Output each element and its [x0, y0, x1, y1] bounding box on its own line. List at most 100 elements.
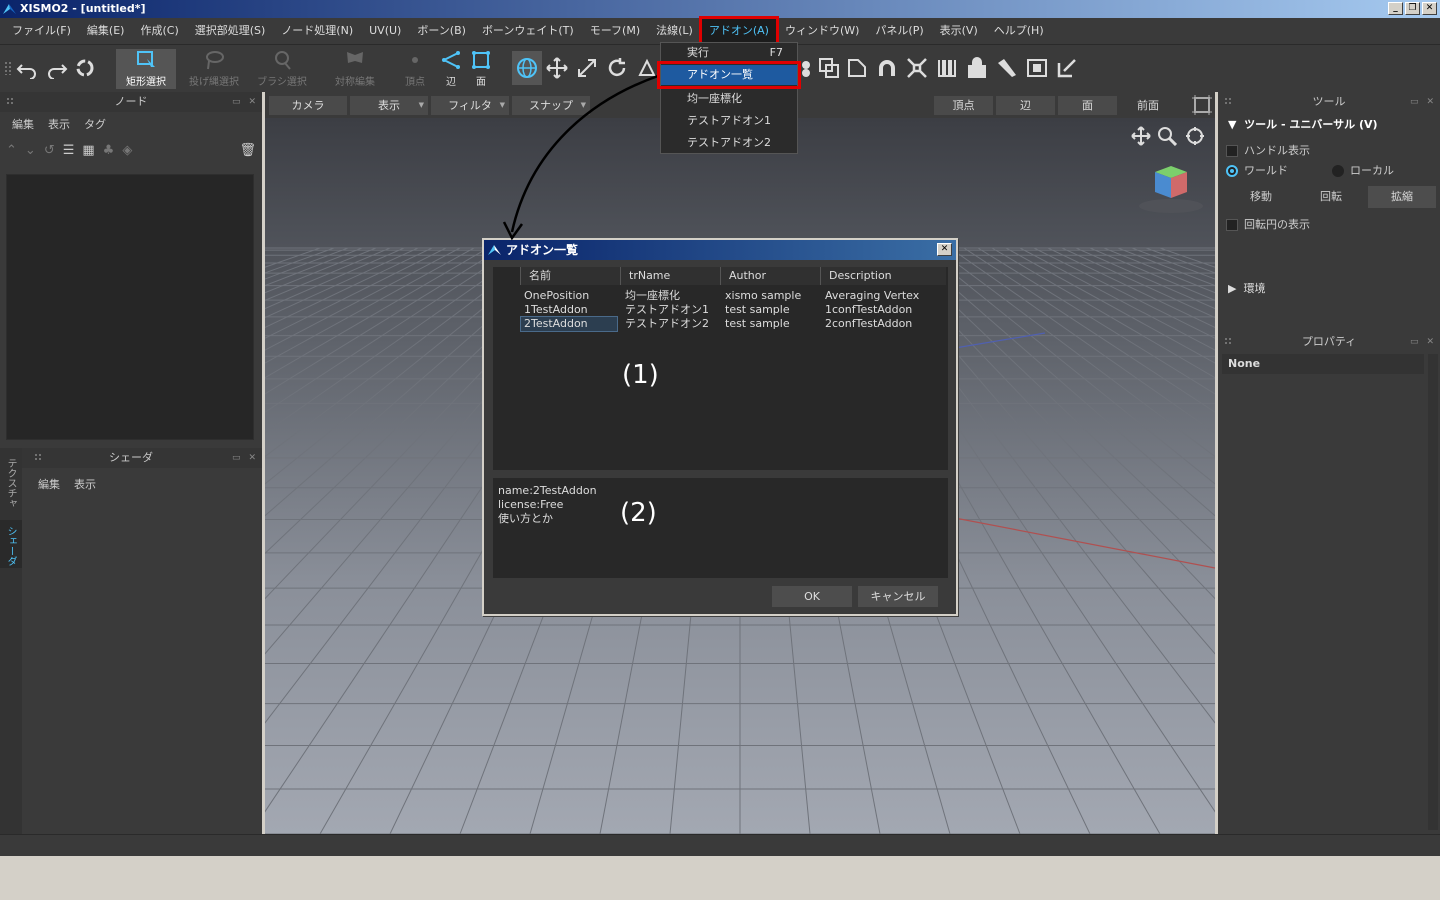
- column-header[interactable]: Author: [720, 267, 820, 285]
- environment-section[interactable]: ▶ 環境: [1228, 280, 1265, 296]
- addon-menu-item[interactable]: 実行 F7: [661, 43, 797, 63]
- node-menu-item[interactable]: 編集: [12, 116, 34, 132]
- minimize-button[interactable]: _: [1388, 2, 1403, 15]
- tab-shader[interactable]: シェーダ: [3, 526, 18, 566]
- face-mode-button[interactable]: 面: [468, 49, 494, 89]
- edge-mode-button[interactable]: 辺: [437, 49, 465, 89]
- menu-3[interactable]: 選択部処理(S): [187, 18, 274, 44]
- refresh-icon[interactable]: ↺: [44, 143, 55, 158]
- float-icon[interactable]: ▭: [1410, 332, 1419, 352]
- weld-icon[interactable]: [800, 57, 818, 79]
- handle-display-checkbox[interactable]: ハンドル表示: [1226, 142, 1310, 158]
- float-icon[interactable]: ▭: [232, 92, 241, 112]
- column-header[interactable]: 名前: [520, 267, 620, 285]
- addon-menu-item[interactable]: 均一座標化: [661, 89, 797, 109]
- trash-icon[interactable]: 🗑: [239, 143, 256, 158]
- panel-close-icon[interactable]: ✕: [1426, 332, 1434, 352]
- orbit-icon[interactable]: [1185, 126, 1205, 146]
- cube-icon[interactable]: ◈: [122, 143, 132, 158]
- table-row[interactable]: OnePosition 均一座標化 xismo sample Averaging Ve…: [493, 289, 948, 303]
- filter-dropdown[interactable]: フィルタ ▼: [431, 96, 509, 115]
- face-filter-button[interactable]: 面: [1058, 96, 1117, 115]
- brush-select-button[interactable]: ブラシ選択: [254, 49, 310, 89]
- columns-icon[interactable]: [936, 57, 958, 79]
- cancel-button[interactable]: キャンセル: [858, 586, 938, 607]
- film-icon[interactable]: [1026, 57, 1048, 79]
- tool-section-header[interactable]: ▼ ツール - ユニバーサル (V): [1228, 116, 1378, 132]
- redo-icon[interactable]: [46, 57, 68, 79]
- column-header[interactable]: trName: [620, 267, 720, 285]
- menu-14[interactable]: ヘルプ(H): [986, 18, 1052, 44]
- rotation-circle-checkbox[interactable]: 回転円の表示: [1226, 216, 1310, 232]
- view-cube-icon[interactable]: [1192, 95, 1212, 115]
- table-row[interactable]: 1TestAddon テストアドオン1 test sample 1confTestAd…: [493, 303, 948, 317]
- panel-close-icon[interactable]: ✕: [1426, 92, 1434, 112]
- menu-2[interactable]: 作成(C): [132, 18, 186, 44]
- node-menu-item[interactable]: タグ: [84, 116, 106, 132]
- dialog-close-button[interactable]: ✕: [937, 243, 952, 256]
- edge-filter-button[interactable]: 辺: [996, 96, 1055, 115]
- menu-10[interactable]: アドオン(A): [698, 16, 779, 46]
- recycle-icon[interactable]: [74, 57, 96, 79]
- knife-icon[interactable]: [996, 57, 1018, 79]
- zoom-icon[interactable]: [1157, 126, 1177, 146]
- property-scrollbar[interactable]: [1428, 354, 1438, 830]
- panel-close-icon[interactable]: ✕: [248, 92, 256, 112]
- list-icon[interactable]: ☰: [63, 143, 75, 158]
- undo-icon[interactable]: [16, 57, 38, 79]
- addon-menu-item[interactable]: アドオン一覧: [657, 61, 801, 89]
- arch-icon[interactable]: [876, 57, 898, 79]
- shader-menu-item[interactable]: 表示: [74, 476, 96, 492]
- local-radio[interactable]: ローカル: [1332, 162, 1394, 178]
- menu-7[interactable]: ボーンウェイト(T): [474, 18, 582, 44]
- lasso-select-button[interactable]: 投げ縄選択: [184, 49, 244, 89]
- view-label[interactable]: 前面: [1137, 96, 1159, 115]
- bag-icon[interactable]: [966, 57, 988, 79]
- menu-13[interactable]: 表示(V): [932, 18, 986, 44]
- tab-texture[interactable]: テクスチャ: [3, 458, 18, 508]
- restore-button[interactable]: ❐: [1405, 2, 1420, 15]
- column-header[interactable]: Description: [820, 267, 946, 285]
- node-tree[interactable]: [6, 174, 254, 440]
- menu-4[interactable]: ノード処理(N): [273, 18, 361, 44]
- scale-mode-button[interactable]: 拡縮: [1368, 186, 1436, 208]
- menu-8[interactable]: モーフ(M): [582, 18, 648, 44]
- addon-menu-item[interactable]: テストアドオン1: [661, 111, 797, 131]
- ok-button[interactable]: OK: [772, 586, 852, 607]
- vertex-filter-button[interactable]: 頂点: [934, 96, 993, 115]
- menu-5[interactable]: UV(U): [361, 18, 409, 44]
- close-window-button[interactable]: ✕: [1422, 2, 1437, 15]
- edit-box-icon[interactable]: [1056, 57, 1078, 79]
- menu-6[interactable]: ボーン(B): [409, 18, 474, 44]
- world-radio[interactable]: ワールド: [1226, 162, 1288, 178]
- menu-11[interactable]: ウィンドウ(W): [777, 18, 867, 44]
- node-menu-item[interactable]: 表示: [48, 116, 70, 132]
- menu-9[interactable]: 法線(L): [648, 18, 701, 44]
- grid-icon[interactable]: ▦: [82, 143, 94, 158]
- menu-1[interactable]: 編集(E): [79, 18, 133, 44]
- table-cell: 1confTestAddon: [825, 303, 913, 316]
- rotate-mode-button[interactable]: 回転: [1296, 186, 1366, 208]
- rect-select-button[interactable]: 矩形選択: [116, 49, 176, 89]
- display-dropdown[interactable]: 表示 ▼: [350, 96, 428, 115]
- float-icon[interactable]: ▭: [1410, 92, 1419, 112]
- shader-menu-item[interactable]: 編集: [38, 476, 60, 492]
- duplicate-icon[interactable]: [818, 57, 840, 79]
- shrink-icon[interactable]: [906, 57, 928, 79]
- orientation-cube-icon[interactable]: [1137, 158, 1205, 214]
- float-icon[interactable]: ▭: [232, 448, 241, 468]
- vertex-mode-button[interactable]: 頂点: [400, 49, 430, 89]
- move-mode-button[interactable]: 移動: [1226, 186, 1296, 208]
- menu-12[interactable]: パネル(P): [867, 18, 931, 44]
- addon-menu-item[interactable]: テストアドオン2: [661, 133, 797, 153]
- pan-icon[interactable]: [1131, 126, 1151, 146]
- group-icon[interactable]: ♣: [103, 143, 115, 158]
- table-row[interactable]: 2TestAddon テストアドオン2 test sample 2confTestAd…: [493, 316, 948, 332]
- menu-0[interactable]: ファイル(F): [4, 18, 79, 44]
- symmetric-edit-button[interactable]: 対称編集: [328, 49, 382, 89]
- camera-button[interactable]: カメラ: [269, 96, 347, 115]
- chevron-up-icon[interactable]: ⌃: [6, 143, 17, 158]
- chevron-down-icon[interactable]: ⌄: [25, 143, 36, 158]
- panel-close-icon[interactable]: ✕: [248, 448, 256, 468]
- shape-icon[interactable]: [846, 57, 868, 79]
